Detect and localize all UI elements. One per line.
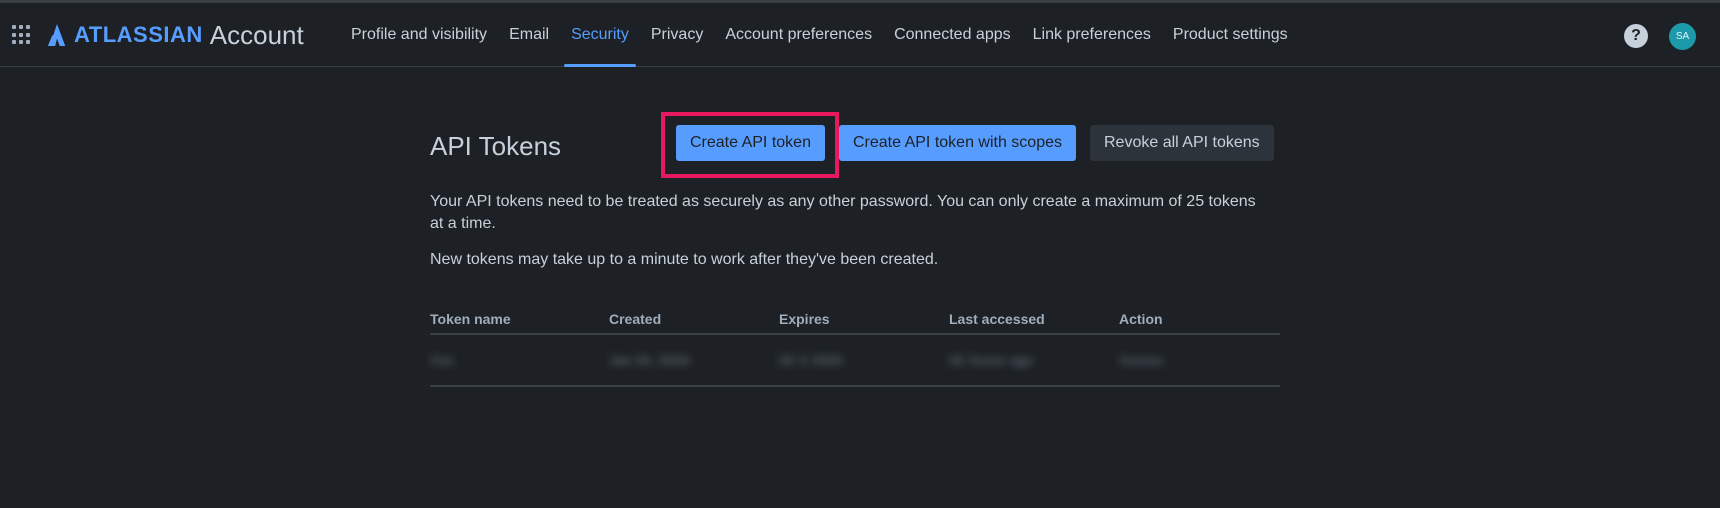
tab-connected-apps[interactable]: Connected apps: [883, 3, 1022, 67]
app-switcher-icon[interactable]: [12, 25, 32, 45]
last-accessed-cell: 00 Xxxxx ago: [949, 352, 1034, 368]
create-api-token-button[interactable]: Create API token: [676, 125, 825, 161]
column-header-expires[interactable]: Expires: [779, 311, 949, 327]
atlassian-logo-icon: [47, 24, 66, 46]
brand-wordmark: ATLASSIAN: [74, 22, 203, 47]
tab-account-preferences[interactable]: Account preferences: [714, 3, 883, 67]
help-icon[interactable]: ?: [1624, 24, 1648, 48]
revoke-all-api-tokens-button[interactable]: Revoke all API tokens: [1090, 125, 1274, 161]
column-header-token-name[interactable]: Token name: [430, 311, 609, 327]
account-tabs: Profile and visibility Email Security Pr…: [340, 3, 1299, 67]
tab-email[interactable]: Email: [498, 3, 560, 67]
page-title: API Tokens: [430, 131, 562, 161]
tab-security[interactable]: Security: [560, 3, 640, 67]
column-header-created[interactable]: Created: [609, 311, 779, 327]
table-header: Token name Created Expires Last accessed…: [430, 311, 1280, 335]
top-navigation: ATLASSIAN Account Profile and visibility…: [0, 3, 1720, 67]
action-cell[interactable]: Xxxxxx: [1119, 352, 1280, 368]
token-name-cell: Xxx: [430, 352, 454, 368]
tab-link-preferences[interactable]: Link preferences: [1022, 3, 1162, 67]
api-tokens-table: Token name Created Expires Last accessed…: [430, 311, 1280, 387]
column-header-action: Action: [1119, 311, 1163, 327]
atlassian-account-logo[interactable]: ATLASSIAN Account: [46, 19, 304, 51]
table-row: Xxx Jan 00, 0000 00 X 0000 00 Xxxxx ago …: [430, 335, 1280, 387]
column-header-last-accessed[interactable]: Last accessed: [949, 311, 1119, 327]
expires-cell: 00 X 0000: [779, 352, 843, 368]
avatar[interactable]: SA: [1669, 23, 1696, 50]
create-api-token-with-scopes-button[interactable]: Create API token with scopes: [839, 125, 1076, 161]
tab-privacy[interactable]: Privacy: [640, 3, 714, 67]
page: ATLASSIAN Account Profile and visibility…: [0, 0, 1720, 508]
tab-product-settings[interactable]: Product settings: [1162, 3, 1299, 67]
created-cell: Jan 00, 0000: [609, 352, 690, 368]
tab-profile-and-visibility[interactable]: Profile and visibility: [340, 3, 498, 67]
brand-product-name: Account: [209, 19, 304, 50]
tokens-note: New tokens may take up to a minute to wo…: [430, 251, 939, 268]
tokens-description: Your API tokens need to be treated as se…: [430, 193, 1256, 232]
